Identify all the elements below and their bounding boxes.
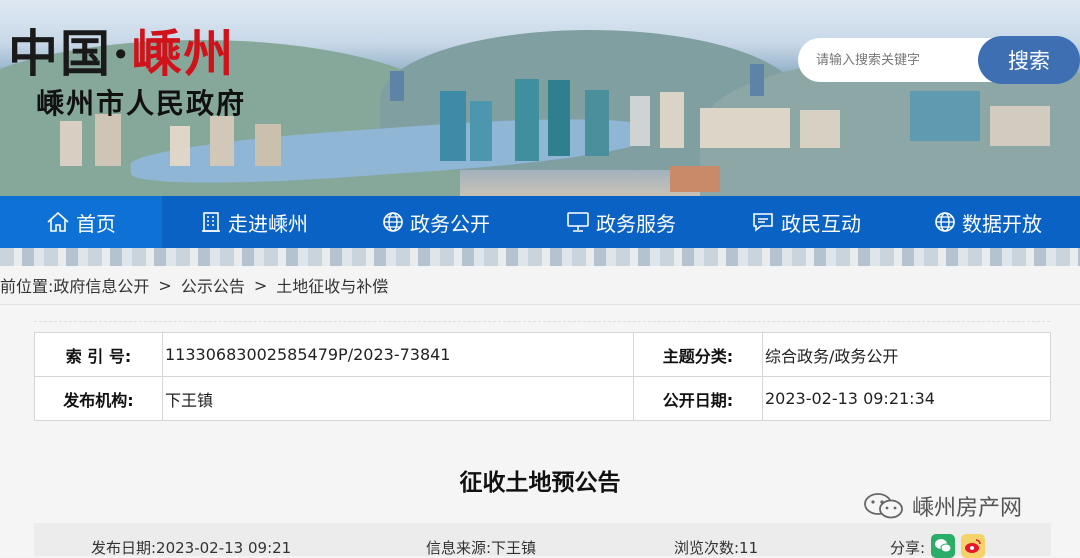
- open-date-value: 2023-02-13 09:21:34: [762, 376, 1051, 421]
- banner-building: [990, 106, 1050, 146]
- banner-building: [800, 110, 840, 148]
- banner-building: [700, 108, 790, 148]
- banner-building: [210, 116, 234, 166]
- topic-value: 综合政务/政务公开: [762, 332, 1051, 377]
- breadcrumb-link-notices[interactable]: 公示公告: [181, 273, 245, 297]
- banner-building: [515, 79, 539, 161]
- publisher-label: 发布机构:: [34, 376, 163, 421]
- nav-item-label: 走进嵊州: [228, 211, 308, 236]
- breadcrumb-separator: >: [158, 275, 172, 295]
- decorative-strip: [0, 248, 1080, 266]
- publish-date: 发布日期:2023-02-13 09:21: [91, 539, 292, 557]
- building-icon: [202, 212, 220, 232]
- nav-item-open-data[interactable]: 数据开放: [896, 196, 1080, 248]
- site-logo[interactable]: 中国·嵊州: [8, 14, 235, 86]
- view-count: 浏览次数:11: [674, 539, 759, 557]
- search-input[interactable]: [814, 51, 988, 69]
- logo-dot: ·: [112, 24, 132, 83]
- nav-item-interaction[interactable]: 政民互动: [716, 196, 896, 248]
- table-row: 发布机构: 下王镇 公开日期: 2023-02-13 09:21:34: [34, 376, 1051, 421]
- article-content: 索 引 号: 11330683002585479P/2023-73841 主题分…: [0, 305, 1080, 558]
- nav-item-label: 首页: [76, 211, 116, 236]
- banner-building: [255, 124, 281, 166]
- nav-item-label: 数据开放: [962, 211, 1042, 236]
- logo-text-city: 嵊州: [131, 24, 236, 83]
- banner-building: [750, 64, 764, 96]
- breadcrumb-separator: >: [253, 275, 268, 295]
- main-nav: 首页 走进嵊州 政务公开 政务服务 政民互动 数据开放: [0, 196, 1080, 248]
- nav-item-services[interactable]: 政务服务: [526, 196, 716, 248]
- banner-building: [470, 101, 492, 161]
- globe-icon: [383, 212, 403, 232]
- index-value: 11330683002585479P/2023-73841: [162, 332, 634, 377]
- topic-label: 主题分类:: [633, 332, 763, 377]
- breadcrumb-prefix: 当前位置:: [0, 277, 54, 296]
- nav-item-label: 政务服务: [596, 211, 676, 236]
- header-banner: 中国·嵊州 嵊州市人民政府 搜索: [0, 0, 1080, 196]
- banner-building: [60, 121, 82, 166]
- share-label: 分享:: [890, 539, 926, 557]
- breadcrumb-link-land[interactable]: 土地征收与补偿: [276, 273, 388, 297]
- home-icon: [47, 211, 69, 232]
- nav-item-gov-affairs[interactable]: 政务公开: [346, 196, 526, 248]
- table-row: 索 引 号: 11330683002585479P/2023-73841 主题分…: [34, 332, 1051, 377]
- banner-building: [170, 126, 190, 166]
- breadcrumb: 当前位置: 政府信息公开 > 公示公告 > 土地征收与补偿: [0, 266, 1080, 305]
- breadcrumb-link-gov-info[interactable]: 政府信息公开: [53, 273, 149, 297]
- banner-building: [670, 166, 720, 192]
- site-subtitle: 嵊州市人民政府: [36, 87, 247, 120]
- wechat-watermark-icon: [864, 493, 903, 519]
- weibo-share-icon[interactable]: [961, 534, 985, 558]
- publisher-value: 下王镇: [162, 376, 634, 421]
- metadata-table: 索 引 号: 11330683002585479P/2023-73841 主题分…: [34, 332, 1051, 421]
- banner-building: [390, 71, 404, 101]
- search-box: [798, 38, 994, 82]
- search-button[interactable]: 搜索: [978, 36, 1080, 84]
- info-source: 信息来源:下王镇: [426, 539, 537, 557]
- banner-building: [910, 91, 980, 141]
- nav-item-home[interactable]: 首页: [0, 196, 162, 248]
- watermark-text: 嵊州房产网: [912, 496, 1023, 521]
- index-label: 索 引 号:: [34, 332, 163, 377]
- nav-item-about[interactable]: 走进嵊州: [162, 196, 346, 248]
- nav-item-label: 政务公开: [410, 211, 490, 236]
- watermark: 嵊州房产网: [862, 490, 1022, 522]
- monitor-icon: [567, 212, 589, 232]
- banner-building: [585, 90, 609, 156]
- banner-building: [440, 91, 466, 161]
- article-info-bar: 发布日期:2023-02-13 09:21 信息来源:下王镇 浏览次数:11 分…: [34, 523, 1051, 558]
- nav-item-label: 政民互动: [781, 211, 861, 236]
- banner-building: [660, 92, 684, 148]
- chat-icon: [753, 213, 773, 232]
- banner-building: [630, 96, 650, 146]
- globe-icon: [935, 212, 955, 232]
- wechat-share-icon[interactable]: [931, 534, 955, 558]
- open-date-label: 公开日期:: [633, 376, 763, 421]
- banner-building: [548, 80, 570, 156]
- logo-text-china: 中国: [8, 24, 112, 83]
- divider: [34, 321, 1050, 322]
